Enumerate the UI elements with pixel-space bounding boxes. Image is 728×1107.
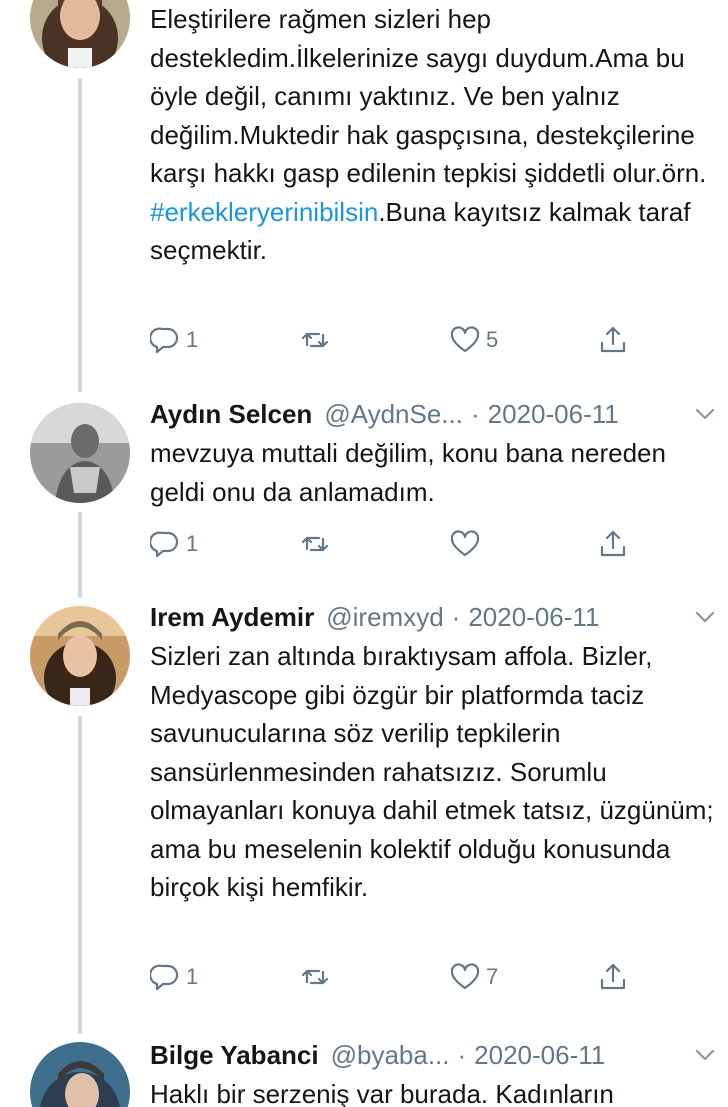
reply-button[interactable]: 1 <box>150 959 198 995</box>
like-button[interactable] <box>450 526 486 562</box>
author-name[interactable]: Irem Aydemir <box>150 598 314 636</box>
share-button[interactable] <box>598 322 628 358</box>
tweet-date[interactable]: 2020-06-11 <box>474 1036 605 1074</box>
tweet-actions: 1 <box>150 526 640 562</box>
like-button[interactable]: 5 <box>450 322 498 358</box>
tweet-date[interactable]: 2020-06-11 <box>468 598 599 636</box>
like-count: 7 <box>486 964 499 989</box>
separator-dot: · <box>457 1040 467 1070</box>
retweet-button[interactable] <box>300 959 336 995</box>
author-name[interactable]: Aydın Selcen <box>150 395 312 433</box>
separator-dot: · <box>451 602 461 632</box>
tweet-text: Eleştirilere rağmen sizleri hep destekle… <box>150 0 716 270</box>
share-icon <box>600 326 626 353</box>
avatar[interactable] <box>30 0 130 68</box>
tweet-date[interactable]: 2020-06-11 <box>488 395 619 433</box>
like-icon <box>450 326 480 353</box>
tweet-header: Irem Aydemir @iremxyd · 2020-06-11 <box>150 598 718 636</box>
avatar[interactable] <box>30 606 130 706</box>
retweet-icon <box>301 969 329 985</box>
like-icon <box>450 530 480 557</box>
reply-count: 1 <box>186 531 199 556</box>
reply-icon <box>150 964 179 991</box>
share-icon <box>600 530 626 557</box>
reply-count: 1 <box>186 964 199 989</box>
separator-dot: · <box>470 399 480 429</box>
avatar[interactable] <box>30 1042 130 1107</box>
chevron-down-icon[interactable] <box>692 401 718 427</box>
tweet-text-segment: Eleştirilere rağmen sizleri hep destekle… <box>150 4 707 188</box>
reply-icon <box>150 531 179 558</box>
like-icon <box>450 963 480 990</box>
tweet[interactable]: Bilge Yabanci @byaba... · 2020-06-11 Hak… <box>0 1036 728 1107</box>
tweet[interactable]: Aydın Selcen @AydnSe... · 2020-06-11 mev… <box>0 395 728 601</box>
author-handle[interactable]: @iremxyd <box>326 598 443 636</box>
share-button[interactable] <box>598 526 628 562</box>
tweet-text: Sizleri zan altında bıraktıysam affola. … <box>150 641 714 902</box>
retweet-icon <box>301 536 329 552</box>
retweet-icon <box>301 332 329 348</box>
author-handle[interactable]: @byaba... <box>331 1036 450 1074</box>
retweet-button[interactable] <box>300 526 336 562</box>
chevron-down-icon[interactable] <box>692 604 718 630</box>
reply-count: 1 <box>186 327 199 352</box>
author-name[interactable]: Bilge Yabanci <box>150 1036 319 1074</box>
tweet-header: Aydın Selcen @AydnSe... · 2020-06-11 <box>150 395 718 433</box>
tweet-text: Haklı bir serzeniş var burada. Kadınları… <box>150 1079 614 1107</box>
avatar[interactable] <box>30 403 130 503</box>
tweet-actions: 1 5 <box>150 322 640 358</box>
share-icon <box>600 963 626 990</box>
like-count: 5 <box>486 327 499 352</box>
tweet-header: Bilge Yabanci @byaba... · 2020-06-11 <box>150 1036 718 1074</box>
retweet-button[interactable] <box>300 322 336 358</box>
reply-button[interactable]: 1 <box>150 322 198 358</box>
hashtag-link[interactable]: #erkekleryerinibilsin <box>150 197 378 227</box>
tweet-actions: 1 7 <box>150 959 640 995</box>
reply-button[interactable]: 1 <box>150 526 198 562</box>
like-button[interactable]: 7 <box>450 959 498 995</box>
tweet[interactable]: Eleştirilere rağmen sizleri hep destekle… <box>0 0 728 392</box>
tweet-text: mevzuya muttali değilim, konu bana nered… <box>150 438 666 507</box>
author-handle[interactable]: @AydnSe... <box>324 395 463 433</box>
chevron-down-icon[interactable] <box>692 1042 718 1068</box>
share-button[interactable] <box>598 959 628 995</box>
reply-icon <box>150 327 179 354</box>
tweet[interactable]: Irem Aydemir @iremxyd · 2020-06-11 Sizle… <box>0 598 728 1038</box>
